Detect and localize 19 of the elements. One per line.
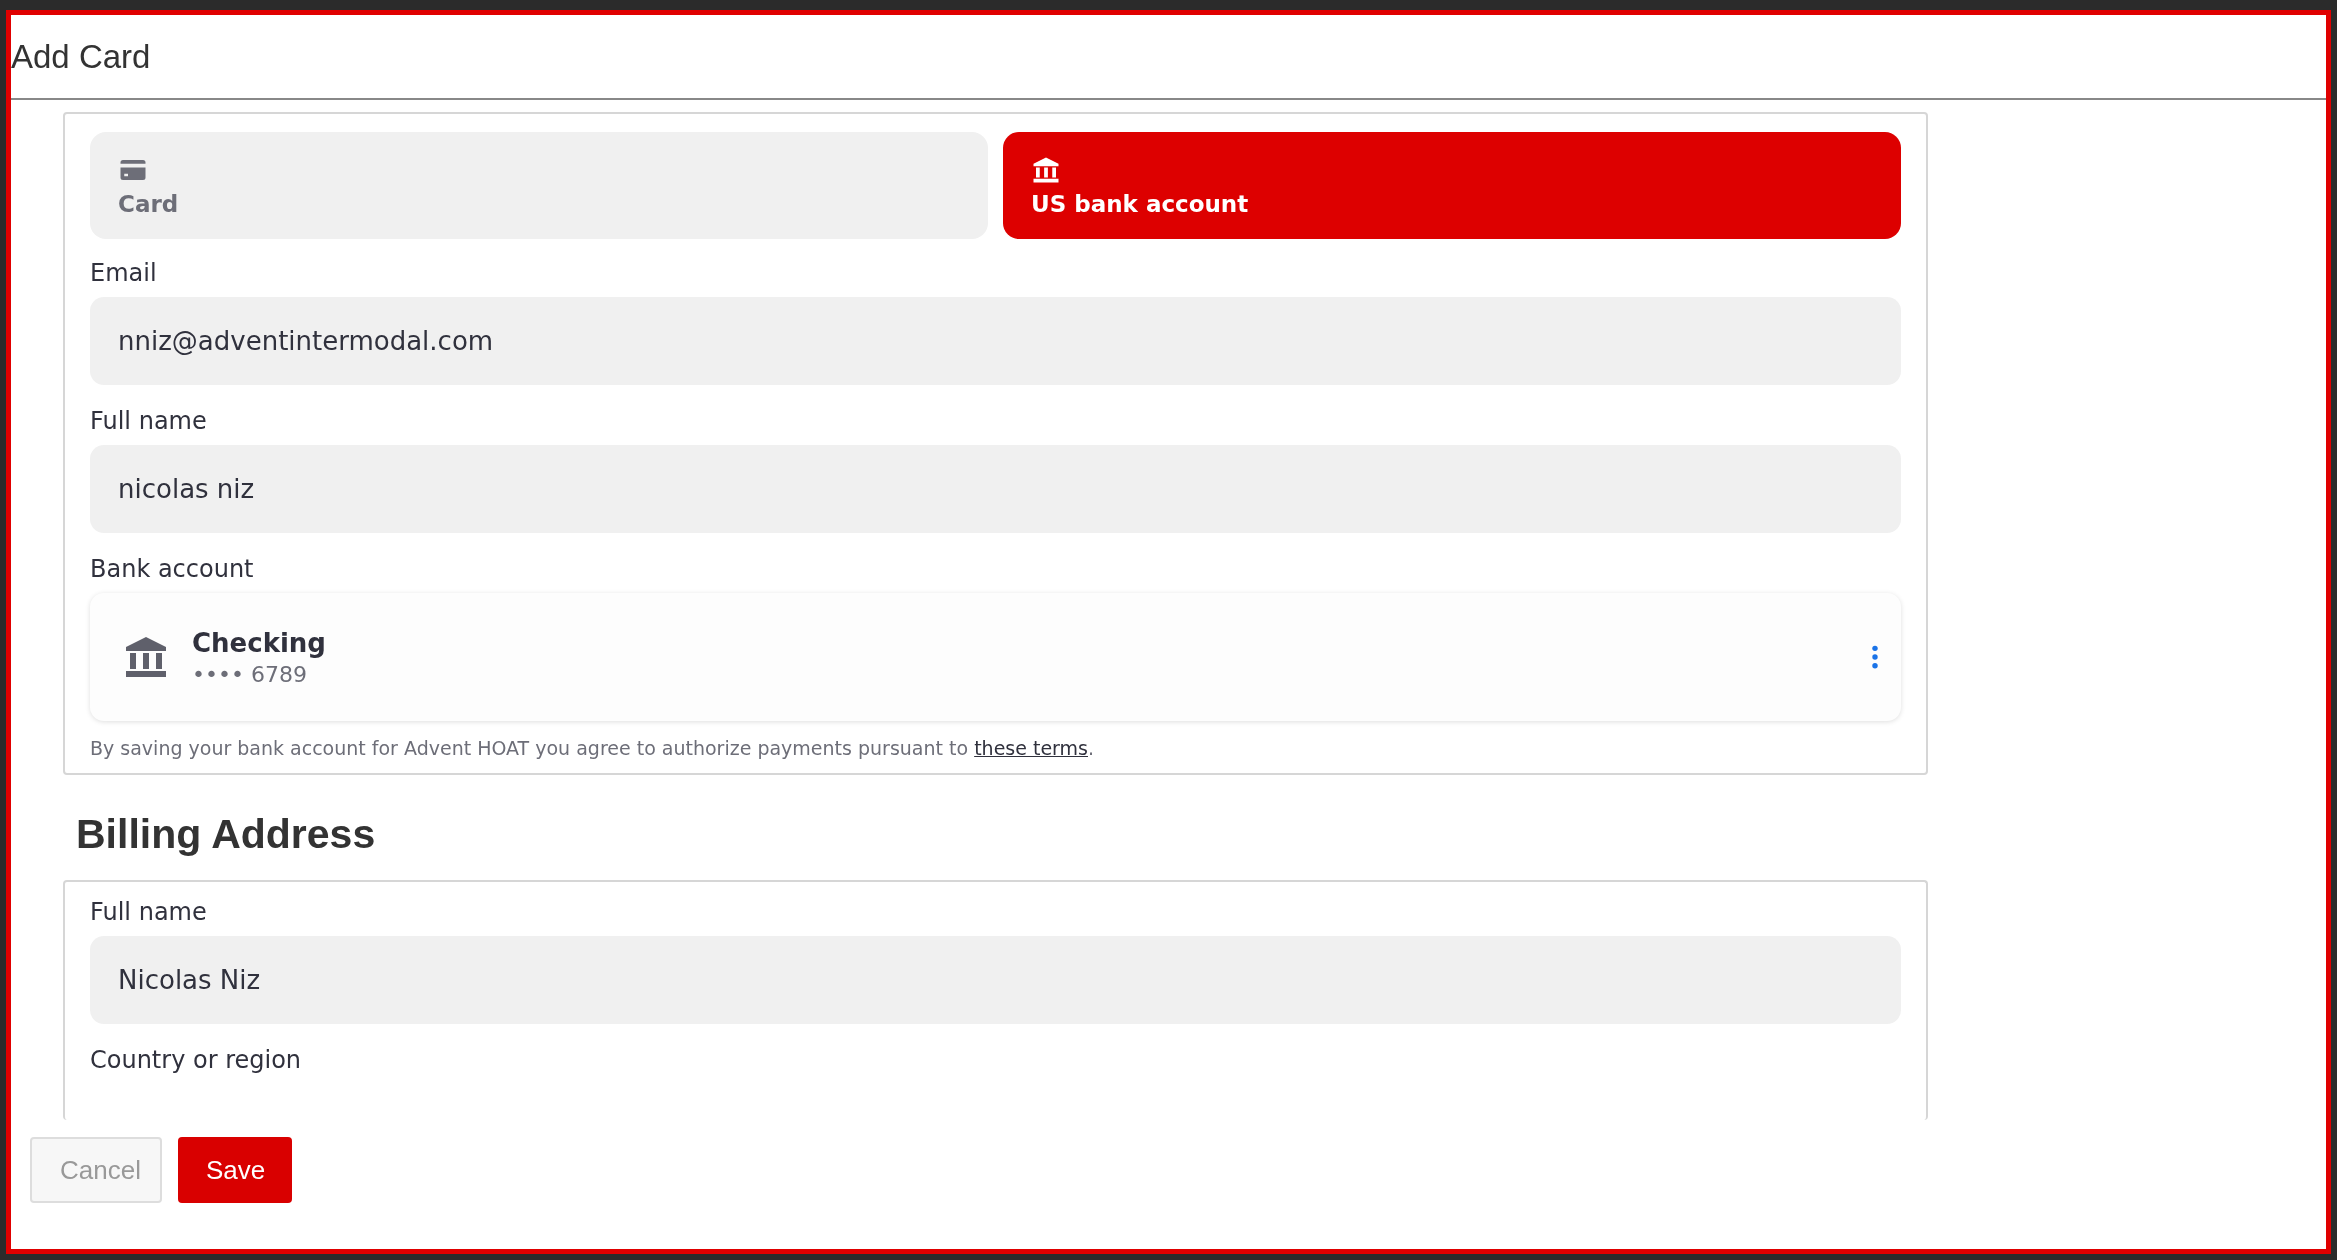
field-label: Full name — [90, 898, 208, 926]
field-label: Email — [90, 259, 158, 287]
text-field[interactable]: nniz@adventintermodal.com — [90, 297, 1901, 385]
bank-account-card[interactable]: Checking •••• 6789 — [90, 593, 1901, 721]
field-label: Country or region — [90, 1046, 303, 1074]
section-heading: Billing Address — [76, 811, 377, 858]
save-button[interactable]: Save — [178, 1137, 292, 1203]
account-number: •••• 6789 — [192, 661, 308, 687]
terms-link[interactable]: these terms — [974, 737, 1088, 759]
account-type: Checking — [192, 627, 327, 658]
text-field[interactable]: nicolas niz — [90, 445, 1901, 533]
more-options-icon[interactable] — [1871, 644, 1879, 670]
field-label: Bank account — [90, 555, 255, 583]
text-field[interactable]: Nicolas Niz — [90, 936, 1901, 1024]
terms-notice: By saving your bank account for Advent HOAT you agree to authorize payments pursuant to these terms. — [90, 737, 1096, 759]
payment-method-tab[interactable]: US bank account — [1003, 132, 1901, 239]
field-label: Full name — [90, 407, 208, 435]
payment-method-tab[interactable]: Card — [90, 132, 988, 239]
window-title: Add Card — [11, 37, 151, 76]
